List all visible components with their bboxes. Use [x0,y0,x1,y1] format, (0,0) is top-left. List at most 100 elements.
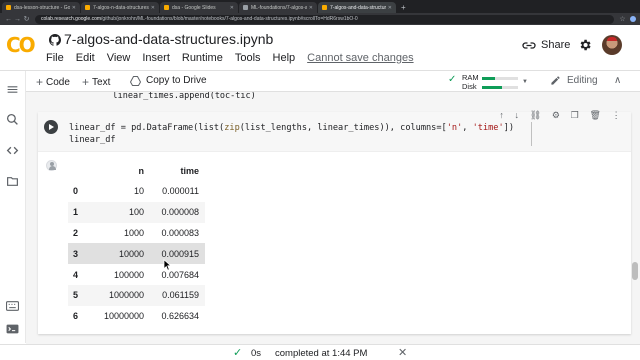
cell-n: 1000 [123,227,144,238]
success-check-icon: ✓ [233,347,243,359]
keyboard-icon[interactable] [6,301,19,311]
cell-time: 0.000011 [162,186,199,197]
colab-logo[interactable]: CO [6,33,36,57]
table-row: 6 10000000 0.626634 [68,306,205,327]
table-of-contents-icon[interactable] [6,83,19,96]
back-icon[interactable]: ← [4,16,13,23]
tab-favicon-icon [6,5,11,10]
new-tab-icon[interactable]: + [397,2,410,13]
row-index: 3 [68,243,90,265]
execution-duration: 0s [251,348,262,359]
notebook-title[interactable]: 7-algos-and-data-structures.ipynb [64,31,273,47]
mirror-cell-icon[interactable]: ❐ [571,110,579,121]
cell-source[interactable]: linear_df = pd.DataFrame(list(zip(list_l… [69,122,514,146]
row-index: 5 [68,284,90,306]
column-header-n: n [138,166,145,176]
notebook-content[interactable]: linear_times.append(toc-tic) linear_df =… [26,92,640,344]
colab-header: CO 7-algos-and-data-structures.ipynb Fil… [0,25,640,70]
completion-status: completed at 1:44 PM [275,348,368,359]
menu-view[interactable]: View [107,52,131,64]
cannot-save-link[interactable]: Cannot save changes [307,52,413,64]
menu-edit[interactable]: Edit [76,52,95,64]
code-cell[interactable]: linear_df = pd.DataFrame(list(zip(list_l… [38,112,631,334]
row-index: 6 [73,311,79,322]
github-icon [49,34,61,46]
connected-check-icon: ✓ [448,74,457,85]
gear-icon[interactable] [578,38,592,52]
more-vert-icon[interactable]: ⋮ [612,110,621,121]
link-cell-icon[interactable]: ⛓ [530,110,541,121]
move-down-icon[interactable]: ↓ [515,110,520,120]
tab-close-icon[interactable]: ✕ [151,5,155,11]
output-actions-icon[interactable] [46,160,57,171]
cell-n: 100000 [113,269,144,280]
cell-time: 0.061159 [150,284,205,306]
menu-help[interactable]: Help [273,52,296,64]
collapse-header-icon[interactable]: ∧ [614,75,621,86]
cell-n: 10000000 [103,311,144,322]
tab-close-icon[interactable]: ✕ [388,5,392,11]
menu-runtime[interactable]: Runtime [182,52,223,64]
cell-n: 1000000 [90,284,150,306]
disk-usage-bar [482,86,518,89]
browser-tab-0[interactable]: dsa-lesson-structure - Google S✕ [2,2,80,13]
files-icon[interactable] [6,175,19,188]
menu-tools[interactable]: Tools [235,52,261,64]
ruler-line [531,122,532,146]
tab-favicon-icon [322,5,327,10]
close-status-icon[interactable]: ✕ [398,346,407,359]
row-index: 2 [73,227,79,238]
table-row: 0 10 0.000011 [68,181,205,202]
avatar[interactable] [602,35,622,55]
table-header-row: n time [68,161,205,181]
add-text-button[interactable]: + Text [82,75,110,89]
reload-icon[interactable]: ↻ [22,15,31,23]
status-bar: ✓ 0s completed at 1:44 PM ✕ [0,344,640,360]
tab-favicon-icon [243,5,248,10]
cell-n: 100 [90,201,150,223]
delete-cell-icon[interactable]: 🗑 [589,110,600,121]
editing-mode-button[interactable]: Editing [550,75,598,86]
menu-insert[interactable]: Insert [142,52,170,64]
browser-url-bar: ← → ↻ colab.research.google.com/github/j… [0,13,640,25]
copy-to-drive-button[interactable]: Copy to Drive [130,75,207,86]
bookmark-star-icon[interactable]: ☆ [618,15,627,23]
add-code-button[interactable]: + Code [36,75,70,89]
share-button[interactable]: Share [522,39,570,51]
browser-tab-3[interactable]: ML-foundations/7-algos-and-✕ [239,2,317,13]
forward-icon[interactable]: → [13,16,22,23]
cell-settings-icon[interactable]: ⚙ [552,110,560,121]
terminal-icon[interactable] [6,324,19,334]
code-snippets-icon[interactable] [6,144,19,157]
row-index: 4 [73,269,79,280]
table-row: 4 100000 0.007684 [68,264,205,285]
menu-file[interactable]: File [46,52,64,64]
table-row: 2 1000 0.000083 [68,223,205,244]
scrollbar-thumb[interactable] [632,262,638,280]
row-index: 1 [68,201,90,223]
tab-favicon-icon [85,5,90,10]
run-cell-button[interactable] [44,120,58,134]
browser-tab-4[interactable]: 7-algos-and-data-structures.i✕ [318,2,396,13]
notebook-toolbar: + Code + Text Copy to Drive ✓ RAM Disk ▼ E… [0,70,640,92]
browser-tab-1[interactable]: 7-algos-n-data-structures - G✕ [81,2,159,13]
tab-close-icon[interactable]: ✕ [230,5,234,11]
ram-disk-indicator[interactable]: ✓ RAM Disk ▼ [448,73,530,91]
cell-time: 0.000083 [161,227,199,238]
chevron-down-icon[interactable]: ▼ [522,78,528,86]
table-row: 5 1000000 0.061159 [68,284,205,306]
cell-time: 0.000915 [150,243,205,265]
dataframe-output: n time 0 10 0.000011 1 100 0.000008 2 1000 0.000… [68,161,205,327]
address-field[interactable]: colab.research.google.com/github/jonkroh… [35,14,614,24]
browser-tab-2[interactable]: dsa - Google Slides ✕ [160,2,238,13]
cell-time: 0.007684 [161,269,199,280]
tab-close-icon[interactable]: ✕ [72,5,76,11]
profile-icon[interactable] [630,16,636,22]
column-header-time: time [180,166,199,176]
left-sidebar [0,71,26,343]
mouse-cursor-icon [163,259,171,271]
tab-close-icon[interactable]: ✕ [309,5,313,11]
search-icon[interactable] [6,113,19,126]
menu-bar: File Edit View Insert Runtime Tools Help… [46,52,426,64]
move-up-icon[interactable]: ↑ [499,110,504,120]
